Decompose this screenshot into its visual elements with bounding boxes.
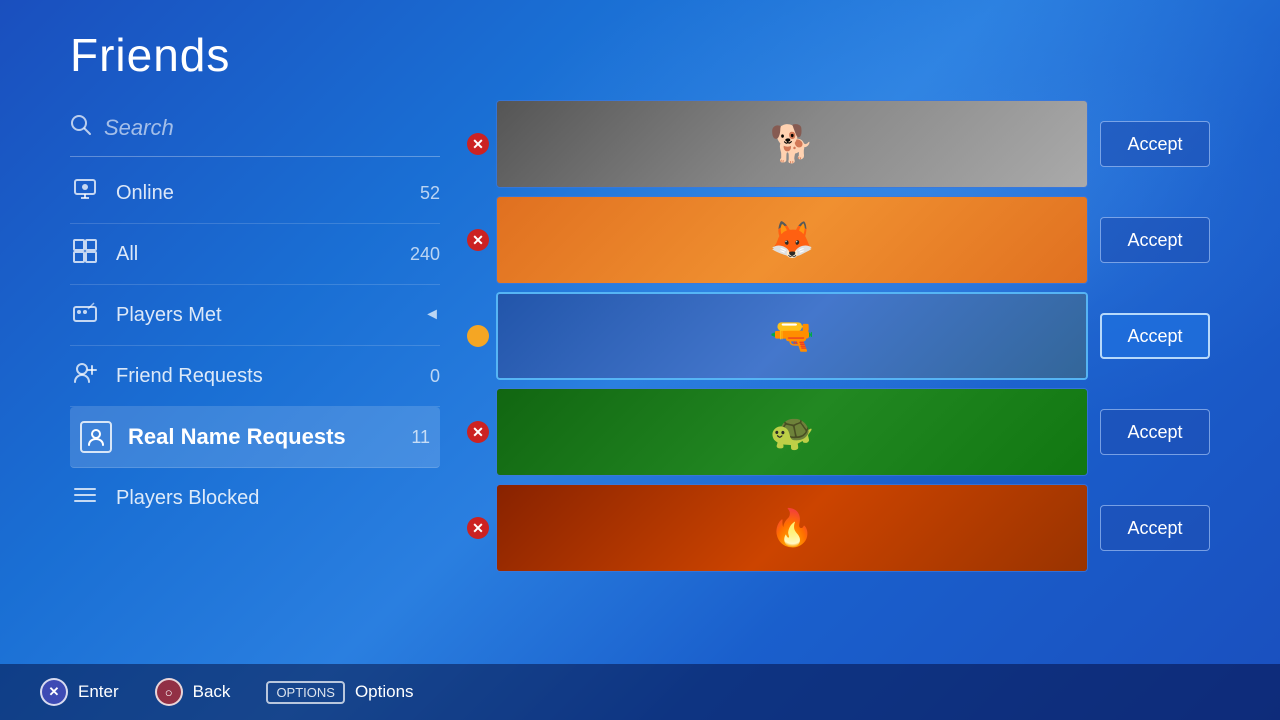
status-icon-1: ✕ bbox=[460, 133, 496, 155]
accept-button-5[interactable]: Accept bbox=[1100, 505, 1210, 551]
remove-icon-1: ✕ bbox=[467, 133, 489, 155]
players-blocked-icon bbox=[70, 482, 100, 514]
status-icon-2: ✕ bbox=[460, 229, 496, 251]
sidebar-item-all[interactable]: All 240 bbox=[70, 224, 440, 285]
remove-icon-4: ✕ bbox=[467, 421, 489, 443]
sidebar-item-real-name-requests-label: Real Name Requests bbox=[128, 424, 395, 450]
sidebar-item-players-met[interactable]: Players Met ◄ bbox=[70, 285, 440, 346]
friend-info-1: DeathKing ✚ bbox=[1087, 131, 1088, 157]
friend-info-3: Jake1080p ✚ bbox=[1086, 323, 1088, 349]
sidebar-item-real-name-requests[interactable]: Real Name Requests 11 bbox=[70, 407, 440, 468]
sidebar-item-all-count: 240 bbox=[410, 244, 440, 265]
avatar-3: 🔫 bbox=[498, 294, 1086, 378]
sidebar-item-players-met-label: Players Met bbox=[116, 304, 404, 327]
friend-info-2: foxinaround ✚ bbox=[1087, 227, 1088, 253]
o-button-icon: ○ bbox=[155, 678, 183, 706]
all-icon bbox=[70, 238, 100, 270]
accept-button-4[interactable]: Accept bbox=[1100, 409, 1210, 455]
avatar-5: 🔥 bbox=[497, 485, 1087, 571]
friend-row-1: ✕ 🐕 DeathKing ✚ Accept bbox=[460, 100, 1210, 188]
friend-row-3: 🔫 Jake1080p ✚ Accept bbox=[460, 292, 1210, 380]
accept-button-3[interactable]: Accept bbox=[1100, 313, 1210, 359]
bottom-action-enter: ✕ Enter bbox=[40, 678, 119, 706]
players-met-arrow: ◄ bbox=[424, 306, 440, 324]
status-icon-5: ✕ bbox=[460, 517, 496, 539]
bottom-action-options: OPTIONS Options bbox=[266, 681, 413, 704]
sidebar-item-online-label: Online bbox=[116, 182, 404, 205]
x-button-icon: ✕ bbox=[40, 678, 68, 706]
options-button-icon: OPTIONS bbox=[266, 681, 345, 704]
friend-requests-icon bbox=[70, 360, 100, 392]
friend-card-5: 🔥 magpie4life ✚ bbox=[496, 484, 1088, 572]
sidebar-item-all-label: All bbox=[116, 243, 394, 266]
friend-card-1: 🐕 DeathKing ✚ bbox=[496, 100, 1088, 188]
header: Friends bbox=[0, 0, 1280, 100]
friend-row-2: ✕ 🦊 foxinaround ✚ Accept bbox=[460, 196, 1210, 284]
sidebar: Search Online 52 bbox=[0, 100, 460, 660]
bottom-action-back: ○ Back bbox=[155, 678, 231, 706]
avatar-2: 🦊 bbox=[497, 197, 1087, 283]
online-icon bbox=[70, 177, 100, 209]
sidebar-item-friend-requests[interactable]: Friend Requests 0 bbox=[70, 346, 440, 407]
accept-button-1[interactable]: Accept bbox=[1100, 121, 1210, 167]
remove-icon-5: ✕ bbox=[467, 517, 489, 539]
main-area: Search Online 52 bbox=[0, 100, 1280, 720]
friends-list: ✕ 🐕 DeathKing ✚ Accept ✕ 🦊 bbox=[460, 100, 1280, 660]
bottom-bar: ✕ Enter ○ Back OPTIONS Options bbox=[0, 664, 1280, 720]
remove-icon-2: ✕ bbox=[467, 229, 489, 251]
status-icon-4: ✕ bbox=[460, 421, 496, 443]
players-met-icon bbox=[70, 299, 100, 331]
options-label: Options bbox=[355, 682, 414, 702]
pending-icon-3 bbox=[467, 325, 489, 347]
sidebar-item-players-blocked[interactable]: Players Blocked bbox=[70, 468, 440, 528]
back-label: Back bbox=[193, 682, 231, 702]
sidebar-item-friend-requests-count: 0 bbox=[430, 366, 440, 387]
sidebar-item-online[interactable]: Online 52 bbox=[70, 163, 440, 224]
sidebar-item-online-count: 52 bbox=[420, 183, 440, 204]
sidebar-item-real-name-requests-count: 11 bbox=[411, 427, 430, 448]
sidebar-item-friend-requests-label: Friend Requests bbox=[116, 365, 414, 388]
search-icon bbox=[70, 114, 92, 142]
avatar-4: 🐢 bbox=[497, 389, 1087, 475]
status-icon-3 bbox=[460, 325, 496, 347]
search-bar[interactable]: Search bbox=[70, 100, 440, 157]
friend-row-4: ✕ 🐢 JMBlakk ✚ Accept bbox=[460, 388, 1210, 476]
friend-card-4: 🐢 JMBlakk ✚ bbox=[496, 388, 1088, 476]
enter-label: Enter bbox=[78, 682, 119, 702]
avatar-1: 🐕 bbox=[497, 101, 1087, 187]
accept-button-2[interactable]: Accept bbox=[1100, 217, 1210, 263]
friend-card-2: 🦊 foxinaround ✚ bbox=[496, 196, 1088, 284]
friend-card-3: 🔫 Jake1080p ✚ bbox=[496, 292, 1088, 380]
real-name-icon bbox=[80, 421, 112, 453]
search-label: Search bbox=[104, 115, 174, 141]
friend-info-4: JMBlakk ✚ bbox=[1087, 419, 1088, 445]
sidebar-item-players-blocked-label: Players Blocked bbox=[116, 487, 440, 510]
page-title: Friends bbox=[70, 28, 1210, 82]
friend-row-5: ✕ 🔥 magpie4life ✚ Accept bbox=[460, 484, 1210, 572]
friend-info-5: magpie4life ✚ bbox=[1087, 515, 1088, 541]
